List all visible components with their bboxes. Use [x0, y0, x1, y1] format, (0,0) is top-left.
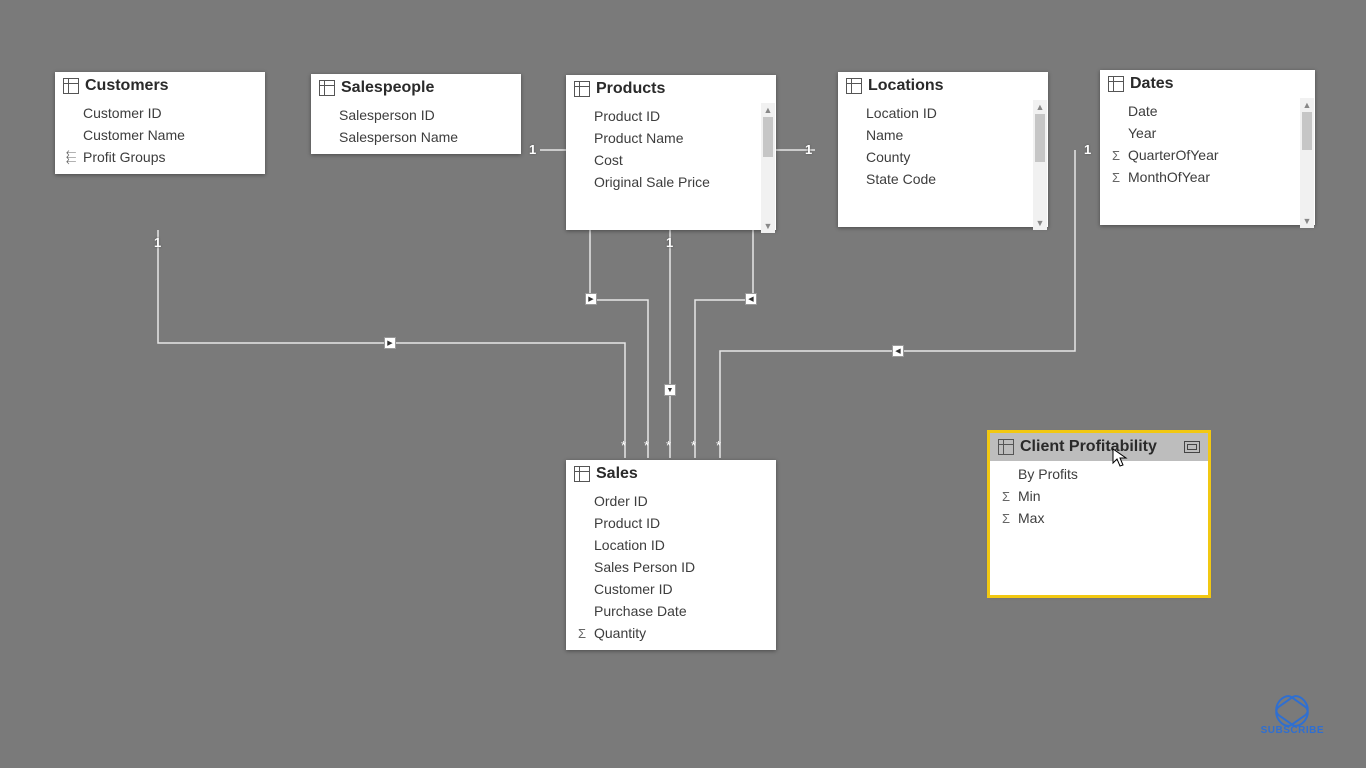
table-salespeople[interactable]: Salespeople Salesperson ID Salesperson N… — [311, 74, 521, 154]
scroll-up-icon[interactable]: ▲ — [1033, 100, 1047, 114]
table-locations[interactable]: Locations Location ID Name County State … — [838, 72, 1048, 227]
cardinality-many: * — [666, 438, 671, 453]
table-title: Products — [596, 80, 665, 98]
field[interactable]: Date — [1100, 100, 1315, 122]
field[interactable]: ⬱Profit Groups — [55, 146, 265, 168]
filter-direction-icon: ◀ — [745, 293, 757, 305]
field-list: Customer ID Customer Name ⬱Profit Groups — [55, 100, 265, 174]
field[interactable]: Product ID — [566, 512, 776, 534]
table-header[interactable]: Products — [566, 75, 776, 103]
model-canvas[interactable]: 1 1 1 1 1 ▶ ▶ ▼ ◀ ◀ * * * * * Customers … — [0, 0, 1366, 768]
table-title: Customers — [85, 77, 169, 95]
table-dates[interactable]: Dates Date Year ΣQuarterOfYear ΣMonthOfY… — [1100, 70, 1315, 225]
scrollbar[interactable]: ▲ ▼ — [761, 103, 775, 233]
field[interactable]: Location ID — [838, 102, 1048, 124]
cardinality-many: * — [691, 438, 696, 453]
field[interactable]: Salesperson ID — [311, 104, 521, 126]
field-list: Salesperson ID Salesperson Name — [311, 102, 521, 154]
filter-direction-icon: ▶ — [384, 337, 396, 349]
field[interactable]: Order ID — [566, 490, 776, 512]
field[interactable]: County — [838, 146, 1048, 168]
field[interactable]: ΣMax — [990, 507, 1208, 529]
table-title: Salespeople — [341, 79, 434, 97]
field[interactable]: Product Name — [566, 127, 776, 149]
field-list: By Profits ΣMin ΣMax — [990, 461, 1208, 535]
field[interactable]: Cost — [566, 149, 776, 171]
cardinality-many: * — [621, 438, 626, 453]
table-title: Sales — [596, 465, 638, 483]
table-customers[interactable]: Customers Customer ID Customer Name ⬱Pro… — [55, 72, 265, 174]
filter-direction-icon: ▼ — [664, 384, 676, 396]
table-title: Dates — [1130, 75, 1174, 93]
table-title: Client Profitability — [1020, 438, 1157, 456]
field[interactable]: Sales Person ID — [566, 556, 776, 578]
cardinality-one: 1 — [154, 235, 161, 250]
table-title: Locations — [868, 77, 944, 95]
field[interactable]: Customer ID — [55, 102, 265, 124]
scroll-up-icon[interactable]: ▲ — [761, 103, 775, 117]
sigma-icon: Σ — [998, 489, 1014, 504]
table-header[interactable]: Salespeople — [311, 74, 521, 102]
scroll-thumb[interactable] — [763, 117, 773, 157]
table-header[interactable]: Locations — [838, 72, 1048, 100]
field-list: Order ID Product ID Location ID Sales Pe… — [566, 488, 776, 650]
table-icon — [319, 80, 335, 96]
field[interactable]: ΣQuarterOfYear — [1100, 144, 1315, 166]
table-header[interactable]: Dates — [1100, 70, 1315, 98]
field[interactable]: Purchase Date — [566, 600, 776, 622]
table-header[interactable]: Client Profitability — [990, 433, 1208, 461]
field[interactable]: Year — [1100, 122, 1315, 144]
field[interactable]: State Code — [838, 168, 1048, 190]
field[interactable]: Product ID — [566, 105, 776, 127]
table-icon — [998, 439, 1014, 455]
table-header[interactable]: Sales — [566, 460, 776, 488]
filter-direction-icon: ▶ — [585, 293, 597, 305]
field[interactable]: Salesperson Name — [311, 126, 521, 148]
cardinality-many: * — [644, 438, 649, 453]
scroll-down-icon[interactable]: ▼ — [1300, 214, 1314, 228]
scroll-up-icon[interactable]: ▲ — [1300, 98, 1314, 112]
table-icon — [574, 466, 590, 482]
field-list: Product ID Product Name Cost Original Sa… — [566, 103, 776, 233]
scroll-thumb[interactable] — [1302, 112, 1312, 150]
sigma-icon: Σ — [998, 511, 1014, 526]
field[interactable]: Original Sale Price — [566, 171, 776, 193]
field[interactable]: ΣQuantity — [566, 622, 776, 644]
cardinality-one: 1 — [1084, 142, 1091, 157]
cardinality-one: 1 — [529, 142, 536, 157]
table-icon — [1108, 76, 1124, 92]
cardinality-many: * — [716, 438, 721, 453]
table-products[interactable]: Products Product ID Product Name Cost Or… — [566, 75, 776, 230]
field[interactable]: Customer ID — [566, 578, 776, 600]
table-icon — [574, 81, 590, 97]
hierarchy-icon: ⬱ — [63, 149, 79, 165]
table-icon — [846, 78, 862, 94]
cardinality-one: 1 — [666, 235, 673, 250]
field-list: Date Year ΣQuarterOfYear ΣMonthOfYear ▲ … — [1100, 98, 1315, 228]
scrollbar[interactable]: ▲ ▼ — [1300, 98, 1314, 228]
sigma-icon: Σ — [1108, 148, 1124, 163]
field[interactable]: ΣMin — [990, 485, 1208, 507]
field[interactable]: ΣMonthOfYear — [1100, 166, 1315, 188]
expand-icon[interactable] — [1184, 441, 1200, 453]
sigma-icon: Σ — [1108, 170, 1124, 185]
table-client-profitability[interactable]: Client Profitability By Profits ΣMin ΣMa… — [990, 433, 1208, 595]
field[interactable]: Name — [838, 124, 1048, 146]
filter-direction-icon: ◀ — [892, 345, 904, 357]
table-header[interactable]: Customers — [55, 72, 265, 100]
field[interactable]: Location ID — [566, 534, 776, 556]
scroll-down-icon[interactable]: ▼ — [761, 219, 775, 233]
scrollbar[interactable]: ▲ ▼ — [1033, 100, 1047, 230]
field[interactable]: Customer Name — [55, 124, 265, 146]
scroll-thumb[interactable] — [1035, 114, 1045, 162]
sigma-icon: Σ — [574, 626, 590, 641]
field[interactable]: By Profits — [990, 463, 1208, 485]
dna-icon — [1275, 699, 1309, 723]
field-list: Location ID Name County State Code ▲ ▼ — [838, 100, 1048, 230]
cardinality-one: 1 — [805, 142, 812, 157]
table-sales[interactable]: Sales Order ID Product ID Location ID Sa… — [566, 460, 776, 650]
scroll-down-icon[interactable]: ▼ — [1033, 216, 1047, 230]
table-icon — [63, 78, 79, 94]
watermark: SUBSCRIBE — [1261, 699, 1324, 736]
